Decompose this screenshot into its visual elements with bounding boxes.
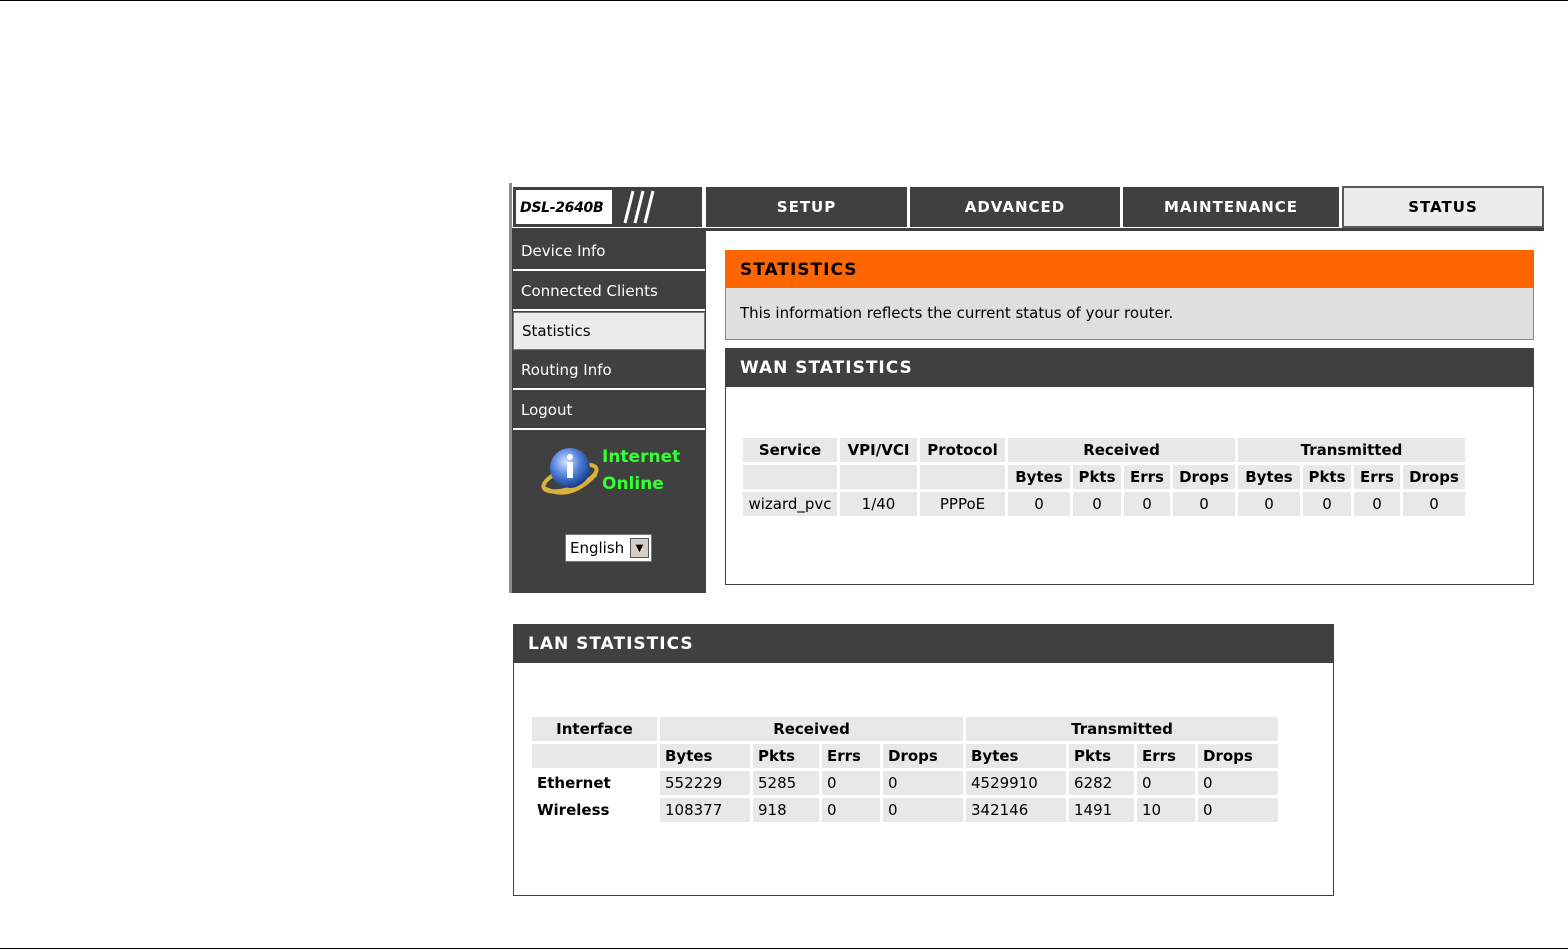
cell-vpivci: 1/40 bbox=[840, 492, 917, 516]
table-row: wizard_pvc 1/40 PPPoE 0 0 0 0 0 0 0 0 bbox=[743, 492, 1465, 516]
col-rx-errs: Errs bbox=[822, 744, 880, 768]
sidebar-item-device-info[interactable]: Device Info bbox=[513, 233, 705, 271]
wan-statistics-table: Service VPI/VCI Protocol Received Transm… bbox=[740, 435, 1468, 519]
col-interface: Interface bbox=[532, 717, 657, 741]
col-transmitted: Transmitted bbox=[966, 717, 1278, 741]
cell-rx-errs: 0 bbox=[1124, 492, 1170, 516]
col-rx-pkts: Pkts bbox=[753, 744, 819, 768]
cell-service: wizard_pvc bbox=[743, 492, 837, 516]
bottom-rule bbox=[0, 948, 1568, 949]
empty-cell bbox=[920, 465, 1005, 489]
col-rx-drops: Drops bbox=[1173, 465, 1235, 489]
cell-tx-bytes: 0 bbox=[1238, 492, 1300, 516]
lan-statistics-table: Interface Received Transmitted Bytes Pkt… bbox=[529, 714, 1281, 825]
col-tx-drops: Drops bbox=[1403, 465, 1465, 489]
col-tx-pkts: Pkts bbox=[1069, 744, 1134, 768]
cell-tx-bytes: 4529910 bbox=[966, 771, 1066, 795]
cell-rx-drops: 0 bbox=[1173, 492, 1235, 516]
cell-rx-pkts: 5285 bbox=[753, 771, 819, 795]
cell-protocol: PPPoE bbox=[920, 492, 1005, 516]
cell-tx-drops: 0 bbox=[1403, 492, 1465, 516]
sidebar-item-logout[interactable]: Logout bbox=[513, 392, 705, 430]
logo-box: DSL-2640B bbox=[516, 190, 612, 224]
table-subheader-row: Bytes Pkts Errs Drops Bytes Pkts Errs Dr… bbox=[743, 465, 1465, 489]
cell-rx-errs: 0 bbox=[822, 798, 880, 822]
chevron-down-icon[interactable]: ▼ bbox=[630, 538, 649, 558]
cell-rx-drops: 0 bbox=[883, 798, 963, 822]
internet-status-line1: Internet bbox=[602, 447, 681, 467]
cell-rx-bytes: 0 bbox=[1008, 492, 1070, 516]
sidebar-item-statistics[interactable]: Statistics bbox=[513, 312, 705, 350]
cell-interface: Ethernet bbox=[532, 771, 657, 795]
col-received: Received bbox=[1008, 438, 1235, 462]
col-tx-bytes: Bytes bbox=[966, 744, 1066, 768]
table-row: Ethernet 552229 5285 0 0 4529910 6282 0 … bbox=[532, 771, 1278, 795]
col-protocol: Protocol bbox=[920, 438, 1005, 462]
internet-status: Internet Online bbox=[602, 444, 680, 498]
cell-rx-bytes: 552229 bbox=[660, 771, 750, 795]
cell-rx-errs: 0 bbox=[822, 771, 880, 795]
col-rx-bytes: Bytes bbox=[1008, 465, 1070, 489]
table-subheader-row: Bytes Pkts Errs Drops Bytes Pkts Errs Dr… bbox=[532, 744, 1278, 768]
cell-tx-pkts: 6282 bbox=[1069, 771, 1134, 795]
tab-status[interactable]: STATUS bbox=[1342, 186, 1544, 228]
col-transmitted: Transmitted bbox=[1238, 438, 1465, 462]
logo: DSL-2640B bbox=[512, 186, 703, 228]
col-service: Service bbox=[743, 438, 837, 462]
table-row: Wireless 108377 918 0 0 342146 1491 10 0 bbox=[532, 798, 1278, 822]
col-tx-errs: Errs bbox=[1137, 744, 1195, 768]
col-rx-errs: Errs bbox=[1124, 465, 1170, 489]
col-tx-pkts: Pkts bbox=[1303, 465, 1351, 489]
cell-tx-errs: 0 bbox=[1354, 492, 1400, 516]
tab-setup[interactable]: SETUP bbox=[705, 186, 908, 228]
col-rx-drops: Drops bbox=[883, 744, 963, 768]
cell-rx-drops: 0 bbox=[883, 771, 963, 795]
col-rx-bytes: Bytes bbox=[660, 744, 750, 768]
statistics-description: This information reflects the current st… bbox=[740, 304, 1174, 322]
sidebar-item-routing-info[interactable]: Routing Info bbox=[513, 352, 705, 390]
wan-statistics-title: WAN STATISTICS bbox=[726, 349, 1533, 387]
sidebar: Device Info Connected Clients Statistics… bbox=[512, 231, 706, 593]
col-tx-bytes: Bytes bbox=[1238, 465, 1300, 489]
lan-statistics-title: LAN STATISTICS bbox=[514, 625, 1333, 663]
cell-rx-pkts: 918 bbox=[753, 798, 819, 822]
cell-tx-pkts: 1491 bbox=[1069, 798, 1134, 822]
sidebar-item-connected-clients[interactable]: Connected Clients bbox=[513, 273, 705, 311]
cell-tx-bytes: 342146 bbox=[966, 798, 1066, 822]
empty-cell bbox=[840, 465, 917, 489]
col-vpivci: VPI/VCI bbox=[840, 438, 917, 462]
col-tx-drops: Drops bbox=[1198, 744, 1278, 768]
tab-advanced[interactable]: ADVANCED bbox=[909, 186, 1121, 228]
empty-cell bbox=[532, 744, 657, 768]
statistics-title: STATISTICS bbox=[726, 251, 1533, 288]
col-tx-errs: Errs bbox=[1354, 465, 1400, 489]
tab-maintenance[interactable]: MAINTENANCE bbox=[1122, 186, 1340, 228]
col-received: Received bbox=[660, 717, 963, 741]
empty-cell bbox=[743, 465, 837, 489]
top-rule bbox=[0, 0, 1568, 1]
col-rx-pkts: Pkts bbox=[1073, 465, 1121, 489]
cell-rx-pkts: 0 bbox=[1073, 492, 1121, 516]
cell-tx-drops: 0 bbox=[1198, 771, 1278, 795]
cell-rx-bytes: 108377 bbox=[660, 798, 750, 822]
logo-model: DSL-2640B bbox=[520, 200, 604, 216]
cell-tx-errs: 10 bbox=[1137, 798, 1195, 822]
cell-tx-drops: 0 bbox=[1198, 798, 1278, 822]
table-header-row: Interface Received Transmitted bbox=[532, 717, 1278, 741]
language-select[interactable]: English ▼ bbox=[565, 534, 652, 562]
statistics-box: STATISTICS This information reflects the… bbox=[725, 250, 1534, 340]
cell-interface: Wireless bbox=[532, 798, 657, 822]
cell-tx-pkts: 0 bbox=[1303, 492, 1351, 516]
logo-slashes-icon bbox=[623, 190, 655, 224]
table-header-row: Service VPI/VCI Protocol Received Transm… bbox=[743, 438, 1465, 462]
info-globe-icon bbox=[541, 448, 599, 495]
language-selected: English bbox=[570, 539, 625, 557]
cell-tx-errs: 0 bbox=[1137, 771, 1195, 795]
internet-status-line2: Online bbox=[602, 474, 664, 494]
